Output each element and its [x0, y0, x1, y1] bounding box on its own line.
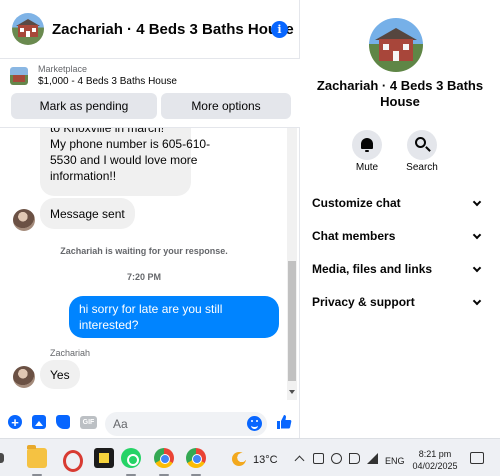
clock[interactable]: 8:21 pm 04/02/2025: [410, 448, 460, 472]
message-list: to Knoxville in march! My phone number i…: [0, 128, 288, 400]
listing-thumbnail: [10, 67, 28, 85]
chat-avatar[interactable]: [12, 13, 44, 45]
chevron-down-icon: [472, 230, 482, 239]
chrome-icon[interactable]: [154, 448, 174, 468]
section-label: Chat members: [312, 229, 396, 243]
section-label: Privacy & support: [312, 295, 415, 309]
sender-name: Zachariah: [50, 348, 91, 358]
waiting-notice: Zachariah is waiting for your response.: [60, 246, 228, 256]
mark-as-pending-button[interactable]: Mark as pending: [11, 93, 157, 119]
conversation-details: Zachariah · 4 Beds 3 Baths House Mute Se…: [300, 0, 500, 438]
wifi-icon[interactable]: [367, 453, 378, 464]
sender-avatar[interactable]: [13, 366, 35, 388]
mute-button[interactable]: [352, 130, 382, 160]
temperature[interactable]: 13°C: [253, 454, 278, 466]
snipping-tool-icon[interactable]: [60, 448, 83, 472]
sticker-icon[interactable]: [56, 415, 70, 429]
chrome-icon[interactable]: [186, 448, 206, 468]
search-icon: [415, 137, 426, 148]
chat-panel: Zachariah · 4 Beds 3 Baths House i Marke…: [0, 0, 300, 438]
search-button[interactable]: [407, 130, 437, 160]
sender-avatar[interactable]: [13, 209, 35, 231]
message-scrollbar[interactable]: [287, 128, 297, 400]
scroll-down-arrow-icon[interactable]: [289, 390, 295, 394]
whatsapp-icon[interactable]: [121, 448, 141, 468]
bell-icon: [361, 138, 373, 152]
language-indicator[interactable]: ENG: [385, 456, 405, 466]
conversation-title: Zachariah · 4 Beds 3 Baths House: [316, 78, 484, 109]
start-icon[interactable]: [0, 453, 4, 463]
message-timestamp: 7:20 PM: [126, 272, 161, 282]
media-files-links-section[interactable]: Media, files and links: [312, 259, 482, 279]
messenger-window: Zachariah · 4 Beds 3 Baths House i Marke…: [0, 0, 500, 476]
message-line: 5530 and I would love more: [50, 153, 198, 167]
scrollbar-thumb[interactable]: [288, 261, 296, 381]
chevron-down-icon: [472, 197, 482, 206]
sticky-notes-icon[interactable]: [94, 448, 114, 468]
chevron-down-icon: [472, 263, 482, 272]
incoming-message[interactable]: Message sent: [40, 198, 135, 229]
listing-name: $1,000 - 4 Beds 3 Baths House: [38, 76, 177, 87]
search-label: Search: [406, 162, 438, 173]
weather-icon[interactable]: [232, 452, 246, 466]
outgoing-message[interactable]: hi sorry for late are you still interest…: [69, 296, 279, 338]
plus-icon[interactable]: +: [8, 415, 22, 429]
message-line: information!!: [50, 169, 117, 183]
volume-icon[interactable]: [349, 453, 360, 464]
privacy-support-section[interactable]: Privacy & support: [312, 292, 482, 312]
customize-chat-section[interactable]: Customize chat: [312, 193, 482, 213]
listing-category: Marketplace: [38, 64, 88, 74]
emoji-icon[interactable]: [247, 416, 262, 431]
notification-icon[interactable]: [470, 452, 484, 464]
network-icon[interactable]: [331, 453, 342, 464]
incoming-message[interactable]: to Knoxville in march! My phone number i…: [40, 128, 211, 196]
section-label: Media, files and links: [312, 262, 433, 276]
chat-title[interactable]: Zachariah · 4 Beds 3 Baths House: [52, 21, 294, 38]
more-options-button[interactable]: More options: [161, 93, 291, 119]
listing-summary[interactable]: Marketplace $1,000 - 4 Beds 3 Baths Hous…: [10, 64, 177, 88]
message-line: to Knoxville in march!: [50, 128, 165, 135]
clock-time: 8:21 pm: [418, 449, 452, 459]
clock-date: 04/02/2025: [412, 461, 458, 471]
mute-label: Mute: [355, 162, 379, 173]
marketplace-listing: Marketplace $1,000 - 4 Beds 3 Baths Hous…: [0, 58, 300, 128]
onedrive-icon[interactable]: [313, 453, 324, 464]
message-line: My phone number is 605-610-: [50, 137, 211, 151]
file-explorer-icon[interactable]: [27, 445, 47, 468]
message-input[interactable]: [105, 412, 267, 436]
chevron-down-icon: [472, 296, 482, 305]
photo-icon[interactable]: [32, 415, 46, 429]
thumbs-up-icon[interactable]: [276, 414, 292, 430]
chat-members-section[interactable]: Chat members: [312, 226, 482, 246]
gif-icon[interactable]: GIF: [80, 416, 97, 429]
chat-header: Zachariah · 4 Beds 3 Baths House i: [0, 0, 300, 58]
conversation-avatar[interactable]: [369, 18, 423, 72]
info-icon[interactable]: i: [271, 21, 288, 38]
section-label: Customize chat: [312, 196, 401, 210]
incoming-message[interactable]: Yes: [40, 360, 80, 389]
